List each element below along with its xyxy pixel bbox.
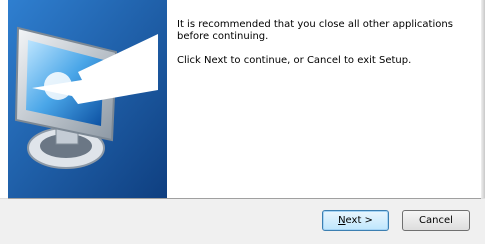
next-button-label: ext > — [345, 215, 373, 226]
next-button[interactable]: Next > — [322, 210, 389, 231]
cancel-button-label: Cancel — [419, 215, 453, 226]
close-apps-text: It is recommended that you close all oth… — [177, 19, 453, 42]
setup-wizard-window: It is recommended that you close all oth… — [0, 0, 485, 244]
next-accelerator-key: N — [338, 215, 346, 226]
wizard-content: It is recommended that you close all oth… — [177, 19, 477, 79]
window-edge — [481, 0, 485, 198]
continue-instructions-text: Click Next to continue, or Cancel to exi… — [177, 55, 412, 66]
cancel-button[interactable]: Cancel — [402, 210, 470, 231]
computer-monitor-icon — [8, 0, 167, 198]
footer-divider — [8, 198, 481, 199]
wizard-banner-image — [8, 0, 167, 198]
